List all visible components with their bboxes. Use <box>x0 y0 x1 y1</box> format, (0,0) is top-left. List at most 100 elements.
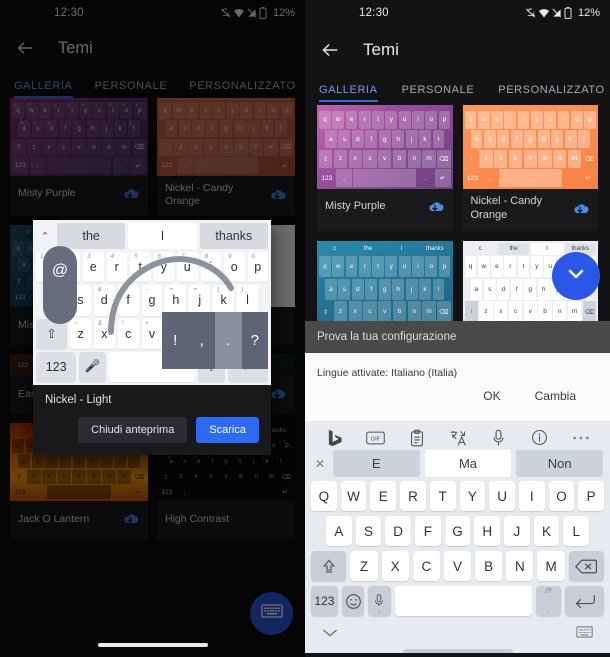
suggestion-strip: ✕ E Ma Non <box>308 450 607 477</box>
key-M[interactable]: M <box>537 551 565 581</box>
back-arrow-icon[interactable] <box>319 39 341 61</box>
key-x[interactable]: $ x <box>94 318 115 349</box>
microphone-icon[interactable]: 🎤 <box>79 351 107 382</box>
info-icon[interactable] <box>519 429 560 446</box>
key-u[interactable]: 7u <box>177 252 198 283</box>
punct-exclaim[interactable]: ! <box>162 312 189 369</box>
space-key[interactable] <box>394 586 532 616</box>
key-d[interactable]: & d <box>93 285 115 316</box>
download-icon[interactable] <box>570 201 590 217</box>
punct-period[interactable]: . <box>215 312 242 369</box>
tab-galleria[interactable]: GALLERIA <box>319 84 378 102</box>
key-j[interactable]: = j <box>189 285 211 316</box>
key-F[interactable]: F <box>415 516 441 546</box>
backspace-icon[interactable] <box>568 551 604 581</box>
tab-personale[interactable]: PERSONALE <box>402 84 475 102</box>
close-preview-button[interactable]: Chiudi anteprima <box>78 417 188 443</box>
theme-card-nickel-candy-orange[interactable]: ctheIthanks qwertyuiop asdfghjkl ↑zxcvbn… <box>462 105 598 231</box>
theme-thumbnail: ctheIthanks qwertyuiop asdfghjkl ⇧zxcvbn… <box>317 105 453 189</box>
download-button[interactable]: Scarica <box>196 417 259 443</box>
tab-personalizzato[interactable]: PERSONALIZZATO <box>498 84 604 102</box>
key-E[interactable]: E <box>370 481 397 511</box>
gif-icon[interactable]: GIF <box>355 431 396 445</box>
expand-suggestions-icon[interactable]: ⌃ <box>36 223 54 249</box>
translate-icon[interactable] <box>437 429 478 447</box>
period-key[interactable]: /? . <box>535 586 562 616</box>
key-O[interactable]: O <box>548 481 575 511</box>
key-S[interactable]: S <box>355 516 382 546</box>
ok-button[interactable]: OK <box>483 389 500 403</box>
ime-body: Lingue attivate: Italiano (Italia) OK Ca… <box>305 353 610 421</box>
numbers-key[interactable]: 123 <box>36 351 77 382</box>
change-button[interactable]: Cambia <box>535 389 576 403</box>
key-Y[interactable]: Y <box>459 481 486 511</box>
key-B[interactable]: B <box>475 551 503 581</box>
emoji-icon[interactable] <box>341 586 365 616</box>
key-V[interactable]: V <box>443 551 472 581</box>
key-X[interactable]: X <box>381 551 409 581</box>
key-row-3: Z X C V B N M <box>308 551 607 581</box>
key-v[interactable]: • v <box>141 318 163 349</box>
key-L[interactable]: L <box>563 516 590 546</box>
key-g[interactable]: -g <box>141 285 163 316</box>
suggestion-2[interactable]: Non <box>516 450 604 477</box>
key-y[interactable]: 6y <box>153 252 174 283</box>
key-f[interactable]: * f <box>117 285 139 316</box>
key-K[interactable]: K <box>533 516 560 546</box>
key-Z[interactable]: Z <box>350 551 378 581</box>
key-P[interactable]: P <box>578 481 605 511</box>
period-key-label: . <box>547 607 550 614</box>
key-h[interactable]: + h <box>165 285 187 316</box>
key-Q[interactable]: Q <box>311 481 337 511</box>
suggestion-2[interactable]: thanks <box>199 223 268 249</box>
more-icon[interactable] <box>560 435 601 441</box>
download-icon[interactable] <box>425 199 445 215</box>
key-I[interactable]: I <box>518 481 545 511</box>
key-l[interactable]: ) l <box>237 285 259 316</box>
key-J[interactable]: J <box>504 516 530 546</box>
key-z[interactable]: ~ z <box>70 318 91 349</box>
suggestion-0[interactable]: the <box>57 223 126 249</box>
microphone-icon[interactable] <box>478 429 519 447</box>
key-r[interactable]: 4r <box>106 252 127 283</box>
chevron-down-icon[interactable] <box>322 625 338 643</box>
key-k[interactable]: (k <box>213 285 235 316</box>
screenshot-stage: 12:30 12% Temi <box>0 0 610 657</box>
key-W[interactable]: W <box>340 481 367 511</box>
key-C[interactable]: C <box>412 551 440 581</box>
key-c[interactable]: ° c <box>117 318 139 349</box>
microphone-icon[interactable]: , <box>368 586 391 616</box>
key-i[interactable]: 8i <box>200 252 221 283</box>
key-o[interactable]: 9o <box>224 252 245 283</box>
tab-bar: GALLERIA PERSONALE PERSONALIZZATO <box>305 74 610 102</box>
keyboard-bottom-bar <box>308 621 607 647</box>
punct-question[interactable]: ? <box>242 312 269 369</box>
shift-icon[interactable] <box>311 551 347 581</box>
key-p[interactable]: 0p <box>247 252 268 283</box>
suggestion-1[interactable]: I <box>128 223 197 249</box>
suggestion-1[interactable]: Ma <box>424 450 512 477</box>
on-screen-keyboard: G I F ✕ E Ma Non Q W E R T Y U I O P A S D… <box>305 421 610 653</box>
numbers-key[interactable]: 123 <box>311 586 338 616</box>
key-G[interactable]: G <box>444 516 471 546</box>
key-e[interactable]: 3e <box>83 252 104 283</box>
key-D[interactable]: D <box>385 516 412 546</box>
keyboard-icon[interactable] <box>576 625 593 643</box>
suggestion-0[interactable]: E <box>333 450 420 477</box>
punct-comma[interactable]: , <box>189 312 216 369</box>
key-H[interactable]: H <box>474 516 501 546</box>
collapse-fab[interactable] <box>552 252 600 300</box>
theme-card-misty-purple[interactable]: ctheIthanks qwertyuiop asdfghjkl ⇧zxcvbn… <box>317 105 453 231</box>
theme-card-partial-teal[interactable]: c the Ithanks qwertyuiop asdfghjkl ⇧ z x c v b n… <box>317 240 453 325</box>
wifi-icon <box>538 7 549 19</box>
bing-icon[interactable] <box>314 429 355 447</box>
key-U[interactable]: U <box>489 481 515 511</box>
key-t[interactable]: 5t <box>130 252 151 283</box>
clipboard-icon[interactable] <box>396 429 437 447</box>
key-T[interactable]: T <box>429 481 456 511</box>
key-A[interactable]: A <box>326 516 352 546</box>
key-R[interactable]: R <box>400 481 426 511</box>
close-icon[interactable]: ✕ <box>312 450 328 477</box>
enter-icon[interactable] <box>565 586 604 616</box>
key-N[interactable]: N <box>506 551 534 581</box>
